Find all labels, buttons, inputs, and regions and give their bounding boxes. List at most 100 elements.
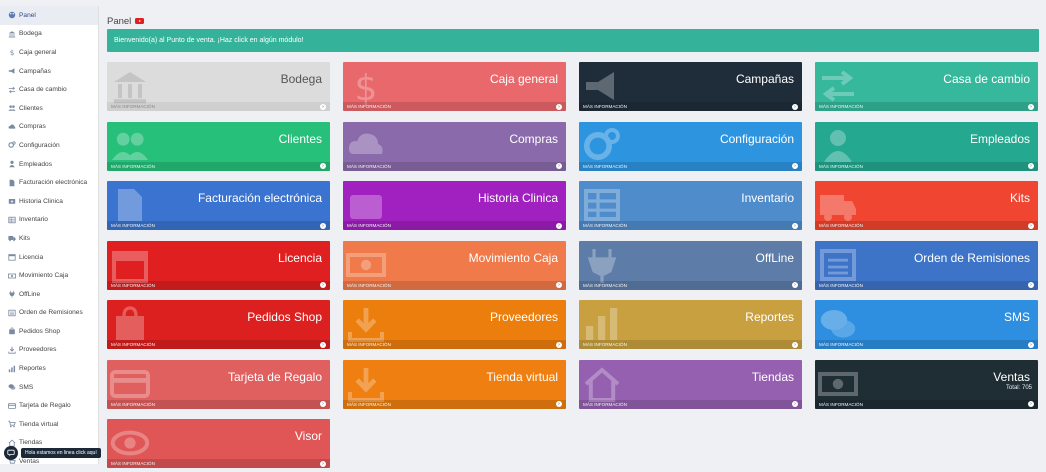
tile-more-info-link[interactable]: Más información [343, 280, 566, 290]
tile-more-info-link[interactable]: Más información [107, 221, 330, 230]
tile-tarjeta-de-regalo[interactable]: Tarjeta de Regalo Más información › [107, 359, 330, 409]
arrow-circle-right-icon[interactable]: › [320, 103, 326, 110]
sidebar-item-tienda-virtual[interactable]: Tienda virtual [0, 415, 98, 434]
arrow-circle-right-icon[interactable]: › [320, 401, 326, 407]
tile-pedidos-shop[interactable]: Pedidos Shop Más información › [107, 300, 330, 349]
arrow-circle-right-icon[interactable]: › [1028, 103, 1034, 110]
tile-more-info-link[interactable]: Más información [815, 280, 1038, 290]
sidebar-item-orden-de-remisiones[interactable]: Orden de Remisiones [0, 304, 98, 323]
tile-clientes[interactable]: Clientes Más información › [107, 121, 330, 171]
arrow-circle-right-icon[interactable]: › [556, 341, 562, 348]
arrow-circle-right-icon[interactable]: › [1028, 282, 1034, 288]
tile-offline[interactable]: OffLine Más información › [579, 240, 802, 290]
arrow-circle-right-icon[interactable]: › [1028, 222, 1034, 229]
tile-more-info-link[interactable]: Más información [579, 161, 802, 171]
tile-visor[interactable]: Visor Más información › [107, 419, 330, 468]
arrow-circle-right-icon[interactable]: › [556, 163, 562, 169]
tile-inventario[interactable]: Inventario Más información › [579, 181, 802, 230]
tile-tienda-virtual[interactable]: Tienda virtual Más información › [343, 359, 566, 409]
sidebar-item-compras[interactable]: Compras [0, 118, 98, 137]
arrow-circle-right-icon[interactable]: › [320, 282, 326, 288]
tile-more-info-link[interactable]: Más información [107, 280, 330, 290]
tile-more-info-link[interactable]: Más información [343, 221, 566, 230]
arrow-circle-right-icon[interactable]: › [792, 163, 798, 169]
tile-more-info-link[interactable]: Más información [579, 399, 802, 409]
youtube-icon[interactable] [135, 18, 145, 24]
sidebar-item-campa-as[interactable]: Campañas [0, 62, 98, 81]
tile-orden-de-remisiones[interactable]: Orden de Remisiones Más información › [815, 240, 1038, 290]
chat-widget[interactable]: Hola estamos en linea click aquí [4, 446, 101, 460]
sidebar-item-tarjeta-de-regalo[interactable]: Tarjeta de Regalo [0, 396, 98, 415]
tile-more-info-link[interactable]: Más información [343, 161, 566, 171]
tile-licencia[interactable]: Licencia Más información › [107, 240, 330, 290]
arrow-circle-right-icon[interactable]: › [792, 401, 798, 407]
arrow-circle-right-icon[interactable]: › [1028, 163, 1034, 169]
tile-reportes[interactable]: Reportes Más información › [579, 300, 802, 349]
sidebar-item-reportes[interactable]: Reportes [0, 359, 98, 378]
tile-more-info-link[interactable]: Más información [815, 102, 1038, 111]
arrow-circle-right-icon[interactable]: › [792, 222, 798, 229]
sidebar-item-configuraci-n[interactable]: Configuración [0, 136, 98, 155]
sidebar-item-inventario[interactable]: Inventario [0, 211, 98, 230]
arrow-circle-right-icon[interactable]: › [556, 401, 562, 407]
sidebar-item-offline[interactable]: OffLine [0, 285, 98, 304]
tile-more-info-link[interactable]: Más información [579, 221, 802, 230]
tile-configuraci-n[interactable]: Configuración Más información › [579, 121, 802, 171]
tile-facturaci-n-electr-nica[interactable]: Facturación electrónica Más información › [107, 181, 330, 230]
tile-caja-general[interactable]: $ Caja general Más información › [343, 62, 566, 111]
arrow-circle-right-icon[interactable]: › [1028, 401, 1034, 407]
arrow-circle-right-icon[interactable]: › [792, 282, 798, 288]
tile-more-info-link[interactable]: Más información [107, 102, 330, 111]
arrow-circle-right-icon[interactable]: › [792, 103, 798, 110]
tile-kits[interactable]: Kits Más información › [815, 181, 1038, 230]
arrow-circle-right-icon[interactable]: › [792, 341, 798, 348]
sidebar-item-pedidos-shop[interactable]: Pedidos Shop [0, 322, 98, 341]
arrow-circle-right-icon[interactable]: › [556, 222, 562, 229]
sidebar-item-kits[interactable]: Kits [0, 229, 98, 248]
sidebar-item-historia-clinica[interactable]: Historia Clinica [0, 192, 98, 211]
tile-more-info-link[interactable]: Más información [107, 340, 330, 349]
tile-more-info-link[interactable]: Más información [579, 340, 802, 349]
tile-more-info-link[interactable]: Más información [107, 161, 330, 171]
arrow-circle-right-icon[interactable]: › [556, 282, 562, 288]
arrow-circle-right-icon[interactable]: › [320, 341, 326, 348]
tile-empleados[interactable]: Empleados Más información › [815, 121, 1038, 171]
tile-casa-de-cambio[interactable]: Casa de cambio Más información › [815, 62, 1038, 111]
tile-more-info-link[interactable]: Más información [343, 102, 566, 111]
arrow-circle-right-icon[interactable]: › [320, 163, 326, 169]
tile-more-info-link[interactable]: Más información [343, 399, 566, 409]
tile-more-info-link[interactable]: Más información [815, 161, 1038, 171]
sidebar-item-licencia[interactable]: Licencia [0, 248, 98, 267]
sidebar-item-facturaci-n-electr-nica[interactable]: Facturación electrónica [0, 173, 98, 192]
tile-more-info-link[interactable]: Más información [815, 399, 1038, 409]
tile-more-info-link[interactable]: Más información [815, 221, 1038, 230]
arrow-circle-right-icon[interactable]: › [320, 222, 326, 229]
tile-more-info-link[interactable]: Más información [579, 102, 802, 111]
tile-more-info-link[interactable]: Más información [579, 280, 802, 290]
tile-more-info-link[interactable]: Más información [107, 399, 330, 409]
sidebar-item-bodega[interactable]: Bodega [0, 25, 98, 44]
sidebar-item-movimiento-caja[interactable]: Movimiento Caja [0, 266, 98, 285]
arrow-circle-right-icon[interactable]: › [556, 103, 562, 110]
tile-tiendas[interactable]: Tiendas Más información › [579, 359, 802, 409]
sidebar-item-sms[interactable]: SMS [0, 378, 98, 397]
tile-bodega[interactable]: Bodega Más información › [107, 62, 330, 111]
tile-sms[interactable]: SMS Más información › [815, 300, 1038, 349]
sidebar-item-panel[interactable]: Panel [0, 6, 98, 25]
tile-movimiento-caja[interactable]: Movimiento Caja Más información › [343, 240, 566, 290]
tile-more-info-link[interactable]: Más información [815, 340, 1038, 349]
sidebar-item-clientes[interactable]: Clientes [0, 99, 98, 118]
tile-more-info-link[interactable]: Más información [343, 340, 566, 349]
sidebar-item-caja-general[interactable]: $ Caja general [0, 43, 98, 62]
chat-label[interactable]: Hola estamos en linea click aquí [21, 448, 101, 458]
chat-icon[interactable] [4, 446, 18, 460]
tile-historia-clinica[interactable]: Historia Clinica Más información › [343, 181, 566, 230]
sidebar-item-proveedores[interactable]: Proveedores [0, 341, 98, 360]
sidebar-item-casa-de-cambio[interactable]: Casa de cambio [0, 80, 98, 99]
arrow-circle-right-icon[interactable]: › [1028, 341, 1034, 348]
tile-compras[interactable]: Compras Más información › [343, 121, 566, 171]
tile-proveedores[interactable]: Proveedores Más información › [343, 300, 566, 349]
sidebar-item-empleados[interactable]: Empleados [0, 155, 98, 174]
tile-campa-as[interactable]: Campañas Más información › [579, 62, 802, 111]
tile-ventas[interactable]: Ventas Total: 705 Más información › [815, 359, 1038, 409]
